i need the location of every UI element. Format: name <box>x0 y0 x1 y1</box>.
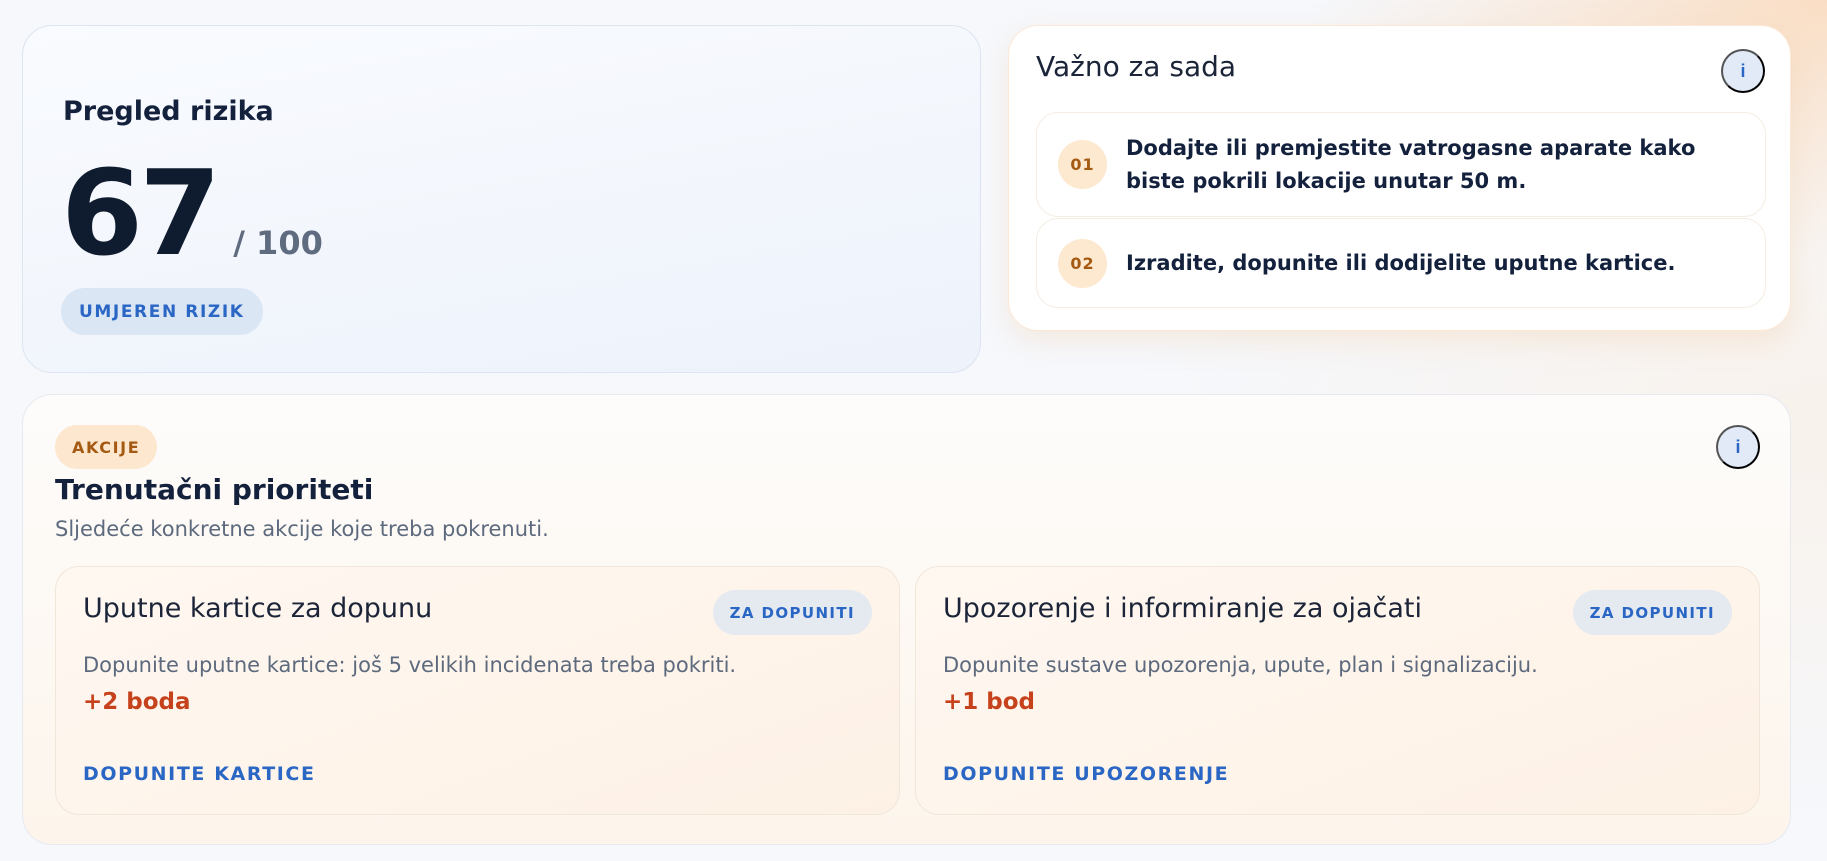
important-item-text: Izradite, dopunite ili dodijelite uputne… <box>1126 250 1676 275</box>
complete-cards-link[interactable]: DOPUNITE KARTICE <box>83 763 316 785</box>
priority-card-reference-cards: Uputne kartice za dopunu ZA DOPUNITI Dop… <box>55 566 900 815</box>
important-now-title: Važno za sada <box>1036 50 1237 83</box>
risk-overview-title: Pregled rizika <box>63 96 274 127</box>
risk-score-max: / 100 <box>233 224 323 262</box>
risk-level-badge: UMJEREN RIZIK <box>61 288 263 335</box>
priority-card-points: +2 boda <box>83 689 191 715</box>
priority-card-points: +1 bod <box>943 689 1036 715</box>
important-item-text: Dodajte ili premjestite vatrogasne apara… <box>1126 135 1696 193</box>
actions-title: Trenutačni prioriteti <box>55 473 374 506</box>
risk-score-row: 67 / 100 <box>61 154 323 272</box>
important-item-2: 02 Izradite, dopunite ili dodijelite upu… <box>1036 218 1766 308</box>
important-now-info-button[interactable]: i <box>1721 49 1765 93</box>
priority-card-description: Dopunite sustave upozorenja, upute, plan… <box>943 653 1538 677</box>
current-priorities-card: AKCIJE i Trenutačni prioriteti Sljedeće … <box>22 394 1791 845</box>
priority-status-badge: ZA DOPUNITI <box>1572 590 1732 635</box>
risk-overview-card: Pregled rizika 67 / 100 UMJEREN RIZIK <box>22 25 981 373</box>
important-now-card: Važno za sada i 01 Dodajte ili premjesti… <box>1008 25 1791 331</box>
important-item-number: 01 <box>1058 140 1107 189</box>
risk-score-value: 67 <box>61 144 221 282</box>
complete-warning-link[interactable]: DOPUNITE UPOZORENJE <box>943 763 1229 785</box>
priority-card-warning: Upozorenje i informiranje za ojačati ZA … <box>915 566 1760 815</box>
priority-status-badge: ZA DOPUNITI <box>712 590 872 635</box>
actions-badge: AKCIJE <box>55 425 158 469</box>
actions-subtitle: Sljedeće konkretne akcije koje treba pok… <box>55 517 549 541</box>
priority-card-title: Upozorenje i informiranje za ojačati <box>943 593 1422 624</box>
important-item-number: 02 <box>1058 238 1107 288</box>
priority-card-description: Dopunite uputne kartice: još 5 velikih i… <box>83 653 737 677</box>
important-item-1: 01 Dodajte ili premjestite vatrogasne ap… <box>1036 112 1766 217</box>
actions-info-button[interactable]: i <box>1716 425 1760 469</box>
priority-card-title: Uputne kartice za dopunu <box>83 593 433 624</box>
